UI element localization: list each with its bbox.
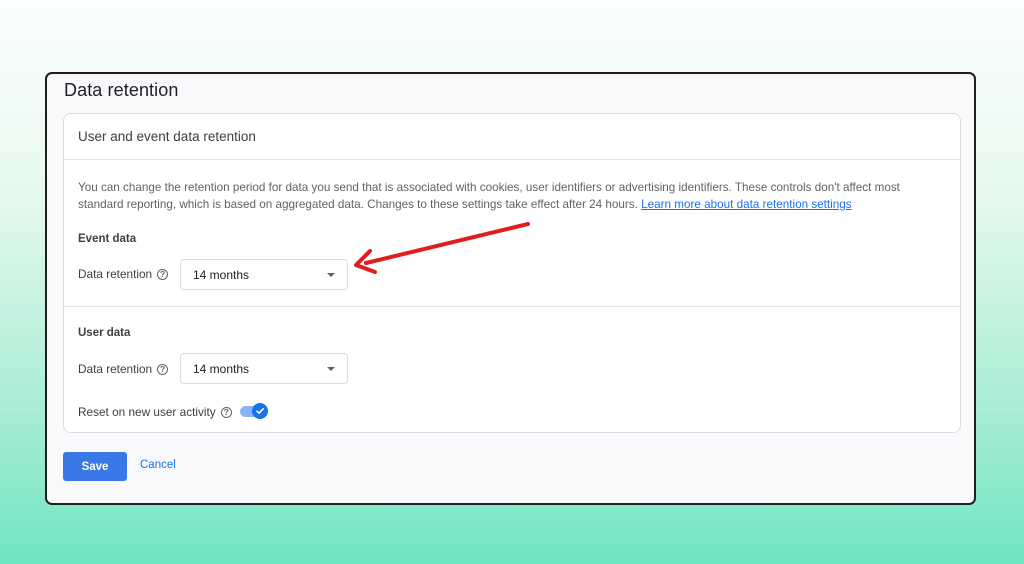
toggle-knob (252, 403, 268, 419)
user-retention-value: 14 months (193, 361, 250, 376)
save-button[interactable]: Save (63, 452, 127, 481)
reset-activity-label: Reset on new user activity (78, 405, 216, 419)
user-retention-label: Data retention (78, 362, 153, 376)
learn-more-link[interactable]: Learn more about data retention settings (641, 198, 852, 211)
chevron-down-icon (327, 367, 335, 371)
annotation-arrow (354, 222, 530, 274)
cancel-button[interactable]: Cancel (140, 459, 176, 471)
user-retention-select[interactable]: 14 months (180, 353, 348, 384)
event-retention-select[interactable]: 14 months (180, 259, 348, 290)
page-title: Data retention (64, 80, 179, 100)
event-retention-label: Data retention (78, 267, 153, 281)
help-icon[interactable]: ? (157, 268, 169, 280)
retention-description: You can change the retention period for … (78, 180, 948, 213)
event-retention-row: Data retention ? (78, 267, 169, 281)
event-data-heading: Event data (78, 233, 137, 245)
user-data-heading: User data (78, 327, 131, 339)
settings-window: Data retention User and event data reten… (45, 72, 976, 505)
check-icon (256, 408, 264, 414)
help-icon[interactable]: ? (157, 363, 169, 375)
card-header: User and event data retention (64, 114, 960, 160)
section-divider (64, 306, 960, 307)
user-retention-row: Data retention ? (78, 362, 169, 376)
event-retention-value: 14 months (193, 267, 250, 282)
reset-activity-toggle[interactable] (240, 403, 268, 419)
chevron-down-icon (327, 273, 335, 277)
help-icon[interactable]: ? (220, 406, 232, 418)
reset-activity-row: Reset on new user activity ? (78, 405, 232, 419)
